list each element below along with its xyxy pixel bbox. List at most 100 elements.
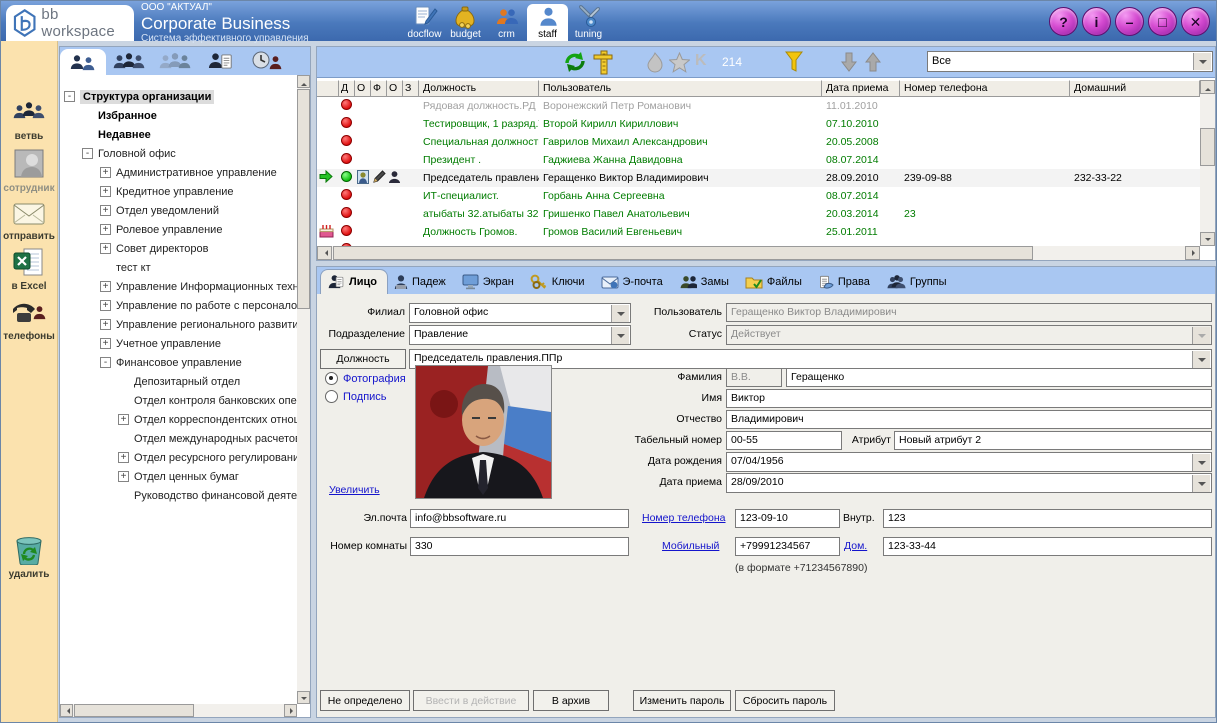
home-phone-field[interactable]: 123-33-44 — [883, 537, 1212, 556]
grid-horizontal-scrollbar[interactable] — [317, 246, 1200, 260]
tree-item[interactable]: Отдел контроля банковских опера — [60, 391, 297, 410]
k-filter-icon[interactable]: K — [695, 52, 707, 70]
flame-icon[interactable] — [647, 52, 663, 73]
signature-radio[interactable]: Подпись — [325, 390, 387, 403]
tree-item[interactable]: Недавнее — [60, 125, 297, 144]
department-select[interactable]: Правление — [409, 325, 631, 345]
tree-item[interactable]: Управление регионального развития — [60, 315, 297, 334]
mobile-field[interactable]: +79991234567 — [735, 537, 840, 556]
photo-radio[interactable]: Фотография — [325, 372, 406, 385]
tree-item[interactable]: тест кт — [60, 258, 297, 277]
measure-icon[interactable] — [593, 50, 613, 75]
column-header-d[interactable]: Д — [339, 80, 355, 97]
tree-tab-schedule[interactable] — [244, 47, 290, 75]
column-header-user[interactable]: Пользователь — [539, 80, 822, 97]
sidebar-item-send[interactable]: отправить — [1, 199, 57, 242]
mobile-link[interactable]: Мобильный — [662, 540, 719, 552]
tree-item[interactable]: Ролевое управление — [60, 220, 297, 239]
staff-row[interactable]: Тестировщик, 1 разряд.Т1р Второй Кирилл … — [317, 115, 1200, 133]
tree-expander[interactable] — [100, 281, 111, 292]
help-button[interactable]: ? — [1049, 7, 1078, 36]
tree-expander[interactable] — [100, 186, 111, 197]
tree-item[interactable]: Управление Информационных технол — [60, 277, 297, 296]
module-staff[interactable]: staff — [527, 4, 568, 41]
tree-expander[interactable] — [64, 91, 75, 102]
change-password-button[interactable]: Изменить пароль — [633, 690, 731, 711]
tab-groups[interactable]: Группы — [880, 270, 957, 294]
tree-tab-dismissed[interactable] — [152, 47, 198, 75]
tree-expander[interactable] — [118, 414, 129, 425]
email-field[interactable]: info@bbsoftware.ru — [410, 509, 629, 528]
tree-item[interactable]: Руководство финансовой деятель — [60, 486, 297, 505]
tree-expander[interactable] — [82, 148, 93, 159]
move-down-icon[interactable] — [841, 52, 857, 72]
tab-keys[interactable]: Ключи — [524, 270, 595, 294]
tree-item[interactable]: Отдел ценных бумаг — [60, 467, 297, 486]
module-budget[interactable]: budget — [445, 1, 486, 41]
dropdown-arrow-icon[interactable] — [611, 305, 629, 322]
sidebar-item-delete[interactable]: удалить — [1, 535, 57, 580]
column-header-hire-date[interactable]: Дата приема — [822, 80, 900, 97]
tree-expander[interactable] — [100, 167, 111, 178]
archive-button[interactable]: В архив — [533, 690, 609, 711]
column-header-home-phone[interactable]: Домашний — [1070, 80, 1200, 97]
firstname-field[interactable]: Виктор — [726, 389, 1212, 408]
module-docflow[interactable]: docflow — [404, 1, 445, 41]
phone-field[interactable]: 123-09-10 — [735, 509, 840, 528]
home-phone-link[interactable]: Дом. — [844, 540, 867, 552]
tree-expander[interactable] — [118, 452, 129, 463]
brand-logo[interactable]: bb workspace — [6, 5, 134, 41]
sidebar-item-phones[interactable]: телефоны — [1, 297, 57, 342]
tree-expander[interactable] — [100, 338, 111, 349]
tree-item[interactable]: Избранное — [60, 106, 297, 125]
tree-expander[interactable] — [100, 357, 111, 368]
undefined-status-button[interactable]: Не определено — [320, 690, 410, 711]
grid-vertical-scrollbar[interactable] — [1200, 80, 1215, 246]
tree-item[interactable]: Депозитарный отдел — [60, 372, 297, 391]
staff-row[interactable]: Президент . Гаджиева Жанна Давидовна 08.… — [317, 151, 1200, 169]
tab-email[interactable]: Э-почта — [595, 270, 673, 294]
module-crm[interactable]: crm — [486, 1, 527, 41]
staff-row[interactable]: атыбаты 32.атыбаты 32 Гришенко Павел Ана… — [317, 205, 1200, 223]
tab-rights[interactable]: Права — [812, 270, 880, 294]
minimize-button[interactable]: – — [1115, 7, 1144, 36]
enlarge-photo-link[interactable]: Увеличить — [329, 484, 380, 496]
reset-password-button[interactable]: Сбросить пароль — [735, 690, 835, 711]
dropdown-arrow-icon[interactable] — [611, 327, 629, 344]
module-tuning[interactable]: tuning — [568, 1, 609, 41]
staff-row[interactable]: Председатель правления.ППр Геращенко Вик… — [317, 169, 1200, 187]
info-button[interactable]: i — [1082, 7, 1111, 36]
star-icon[interactable] — [669, 52, 690, 73]
personnel-number-field[interactable]: 00-55 — [726, 431, 842, 450]
move-up-icon[interactable] — [865, 52, 881, 72]
sidebar-item-employee[interactable]: сотрудник — [1, 149, 57, 194]
tree-expander[interactable] — [100, 224, 111, 235]
tree-item[interactable]: Учетное управление — [60, 334, 297, 353]
tree-item[interactable]: Отдел уведомлений — [60, 201, 297, 220]
refresh-icon[interactable] — [563, 50, 587, 74]
tree-tab-person-card[interactable] — [198, 47, 244, 75]
tree-item[interactable]: Совет директоров — [60, 239, 297, 258]
tree-expander[interactable] — [100, 300, 111, 311]
tree-item[interactable]: Отдел международных расчетов — [60, 429, 297, 448]
tree-item[interactable]: Административное управление — [60, 163, 297, 182]
branch-select[interactable]: Головной офис — [409, 303, 631, 323]
tree-tab-staff-pairs[interactable] — [60, 49, 106, 75]
staff-row[interactable]: Должность Громов. Громов Василий Евгенье… — [317, 223, 1200, 241]
tab-screen[interactable]: Экран — [456, 270, 524, 294]
attribute-field[interactable]: Новый атрибут 2 — [894, 431, 1212, 450]
column-header-o2[interactable]: О — [387, 80, 403, 97]
filter-funnel-icon[interactable] — [785, 51, 803, 73]
column-header[interactable] — [317, 80, 339, 97]
sidebar-item-excel[interactable]: в Excel — [1, 247, 57, 292]
tree-item[interactable]: Отдел корреспондентских отноше — [60, 410, 297, 429]
close-button[interactable]: ✕ — [1181, 7, 1210, 36]
column-header-phone[interactable]: Номер телефона — [900, 80, 1070, 97]
tree-item[interactable]: Головной офис — [60, 144, 297, 163]
tree-expander[interactable] — [118, 471, 129, 482]
tree-expander[interactable] — [100, 243, 111, 254]
room-field[interactable]: 330 — [410, 537, 629, 556]
column-header-f[interactable]: Ф — [371, 80, 387, 97]
internal-field[interactable]: 123 — [883, 509, 1212, 528]
tab-deputies[interactable]: Замы — [673, 270, 739, 294]
